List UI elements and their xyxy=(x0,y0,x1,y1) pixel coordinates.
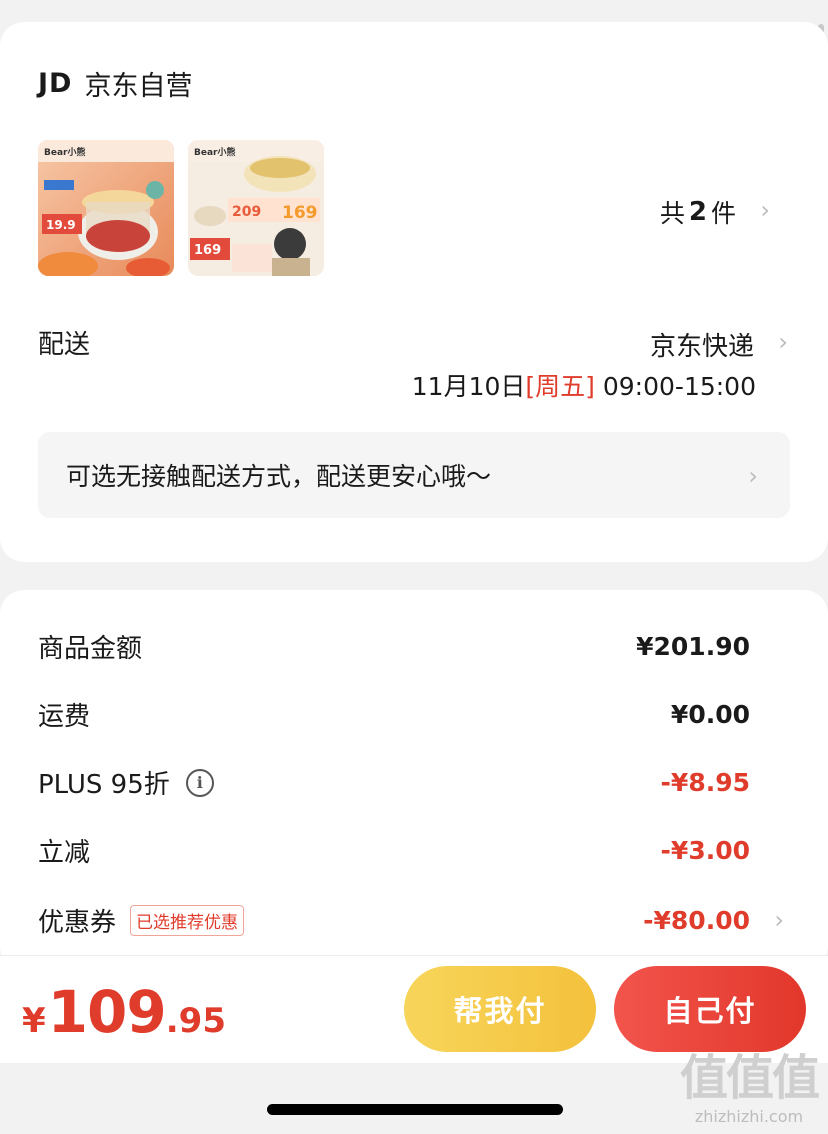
watermark-url: zhizhizhi.com xyxy=(694,1107,804,1126)
total-price: ¥ 109 .95 xyxy=(22,978,226,1046)
product-thumbnail-stew-pot[interactable]: Bear小熊 209 169 169 xyxy=(188,140,324,276)
currency-symbol: ¥ xyxy=(22,1001,46,1041)
bottom-pay-bar: ¥ 109 .95 帮我付 自己付 xyxy=(0,955,828,1063)
svg-text:209: 209 xyxy=(232,204,261,220)
instant-discount-label: 立减 xyxy=(38,838,91,868)
svg-text:19.9: 19.9 xyxy=(46,218,76,232)
price-breakdown-card: 商品金额 ¥201.90 运费 ¥0.00 PLUS 95折 i -¥8.95 … xyxy=(0,590,828,970)
instant-discount-row: 立减 -¥3.00 xyxy=(38,832,750,869)
svg-text:169: 169 xyxy=(282,203,318,223)
coupon-row[interactable]: 优惠券 已选推荐优惠 -¥80.00 xyxy=(38,902,750,939)
chevron-right-icon[interactable]: › xyxy=(774,906,784,934)
chevron-right-icon[interactable]: › xyxy=(778,328,788,356)
contactless-text: 可选无接触配送方式，配送更安心哦～ xyxy=(66,462,492,491)
instant-discount-value: -¥3.00 xyxy=(660,836,750,865)
chevron-right-icon[interactable]: › xyxy=(760,196,770,224)
plus-discount-value: -¥8.95 xyxy=(660,768,750,797)
item-count[interactable]: 共 2 件 xyxy=(660,194,768,230)
svg-text:169: 169 xyxy=(194,243,221,258)
delivery-time[interactable]: 11月10日[周五] 09:00-15:00 xyxy=(412,367,756,403)
chevron-right-icon: › xyxy=(748,462,758,490)
item-count-suffix: 件 xyxy=(710,199,736,228)
product-thumbnail-meat-grinder[interactable]: Bear小熊 19.9 xyxy=(38,140,174,276)
contactless-delivery-option[interactable]: 可选无接触配送方式，配送更安心哦～ › xyxy=(38,432,790,518)
watermark-logo: 值值值 xyxy=(679,1050,820,1106)
help-me-pay-button[interactable]: 帮我付 xyxy=(404,966,596,1052)
delivery-date: 11月10日 xyxy=(411,372,526,401)
store-name: 京东自营 xyxy=(84,71,193,102)
shipping-label: 运费 xyxy=(38,702,91,732)
coupon-label: 优惠券 xyxy=(38,908,117,938)
home-indicator[interactable] xyxy=(267,1104,563,1115)
plus-discount-label: PLUS 95折 xyxy=(38,770,170,800)
shipping-value: ¥0.00 xyxy=(670,700,750,729)
delivery-weekday: [周五] xyxy=(525,372,595,401)
svg-text:Bear小熊: Bear小熊 xyxy=(194,146,235,158)
svg-text:Bear小熊: Bear小熊 xyxy=(44,146,85,158)
plus-discount-row: PLUS 95折 i -¥8.95 xyxy=(38,764,750,801)
shipping-row: 运费 ¥0.00 xyxy=(38,696,750,733)
item-count-number: 2 xyxy=(688,197,707,227)
store-header: JD 京东自营 xyxy=(38,64,192,103)
item-count-prefix: 共 xyxy=(659,199,685,228)
coupon-value: -¥80.00 xyxy=(643,906,750,935)
info-icon[interactable]: i xyxy=(185,768,214,797)
total-price-integer: 109 xyxy=(47,978,167,1046)
goods-amount-value: ¥201.90 xyxy=(636,632,750,661)
pay-myself-button[interactable]: 自己付 xyxy=(614,966,806,1052)
coupon-recommended-tag: 已选推荐优惠 xyxy=(130,905,245,936)
delivery-label: 配送 xyxy=(38,330,91,360)
delivery-time-range: 09:00-15:00 xyxy=(602,372,756,401)
delivery-method[interactable]: 京东快递 xyxy=(650,326,754,363)
total-price-decimal: .95 xyxy=(165,1001,226,1041)
goods-amount-row: 商品金额 ¥201.90 xyxy=(38,628,750,665)
site-watermark: 值值值 zhizhizhi.com xyxy=(676,1050,822,1128)
goods-amount-label: 商品金额 xyxy=(38,634,143,664)
store-card: JD 京东自营 Bear小熊 19.9 Bear小熊 209 169 169 共… xyxy=(0,22,828,562)
jd-logo: JD xyxy=(38,68,73,99)
